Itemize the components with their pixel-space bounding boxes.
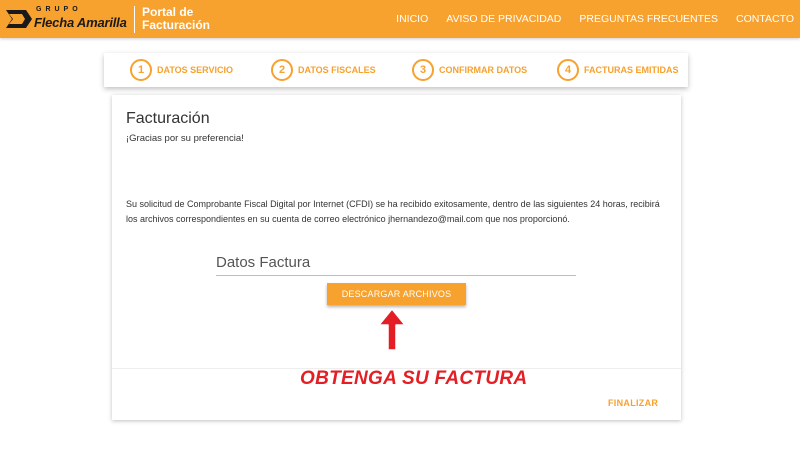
step-number: 3 [412, 59, 434, 81]
steps-bar: 1 DATOS SERVICIO 2 DATOS FISCALES 3 CONF… [104, 53, 688, 87]
portal-title: Portal de Facturación [142, 5, 211, 32]
step-label: DATOS FISCALES [298, 65, 376, 75]
main-nav: INICIO AVISO DE PRIVACIDAD PREGUNTAS FRE… [378, 0, 794, 38]
nav-contacto[interactable]: CONTACTO [736, 13, 794, 25]
step-number: 4 [557, 59, 579, 81]
top-bar: GRUPO Flecha Amarilla Portal de Facturac… [0, 0, 800, 38]
nav-aviso-privacidad[interactable]: AVISO DE PRIVACIDAD [446, 13, 561, 25]
download-files-button[interactable]: DESCARGAR ARCHIVOS [327, 283, 466, 305]
confirmation-message: Su solicitud de Comprobante Fiscal Digit… [126, 199, 660, 224]
step-label: DATOS SERVICIO [157, 65, 234, 75]
step-label: CONFIRMAR DATOS [439, 65, 528, 75]
logo-brand-text: Flecha Amarilla [34, 15, 127, 30]
annotation-text: OBTENGA SU FACTURA [300, 368, 528, 389]
step-label: FACTURAS EMITIDAS [584, 65, 679, 75]
thanks-subtitle: ¡Gracias por su preferencia! [126, 133, 244, 144]
step-facturas-emitidas[interactable]: 4 FACTURAS EMITIDAS [557, 59, 679, 81]
logo-divider [134, 6, 135, 33]
datos-factura-label: Datos Factura [216, 254, 311, 271]
flecha-logo-icon [6, 10, 32, 28]
step-number: 1 [130, 59, 152, 81]
finalize-button[interactable]: FINALIZAR [608, 398, 658, 408]
step-datos-fiscales[interactable]: 2 DATOS FISCALES [271, 59, 376, 81]
page-title: Facturación [126, 110, 210, 127]
datos-factura-underline [216, 275, 576, 276]
nav-preguntas-frecuentes[interactable]: PREGUNTAS FRECUENTES [579, 13, 718, 25]
nav-inicio[interactable]: INICIO [396, 13, 428, 25]
step-confirmar-datos[interactable]: 3 CONFIRMAR DATOS [412, 59, 527, 81]
arrow-up-icon [378, 308, 406, 351]
step-number: 2 [271, 59, 293, 81]
logo-group-text: GRUPO [36, 6, 82, 13]
step-datos-servicio[interactable]: 1 DATOS SERVICIO [130, 59, 233, 81]
